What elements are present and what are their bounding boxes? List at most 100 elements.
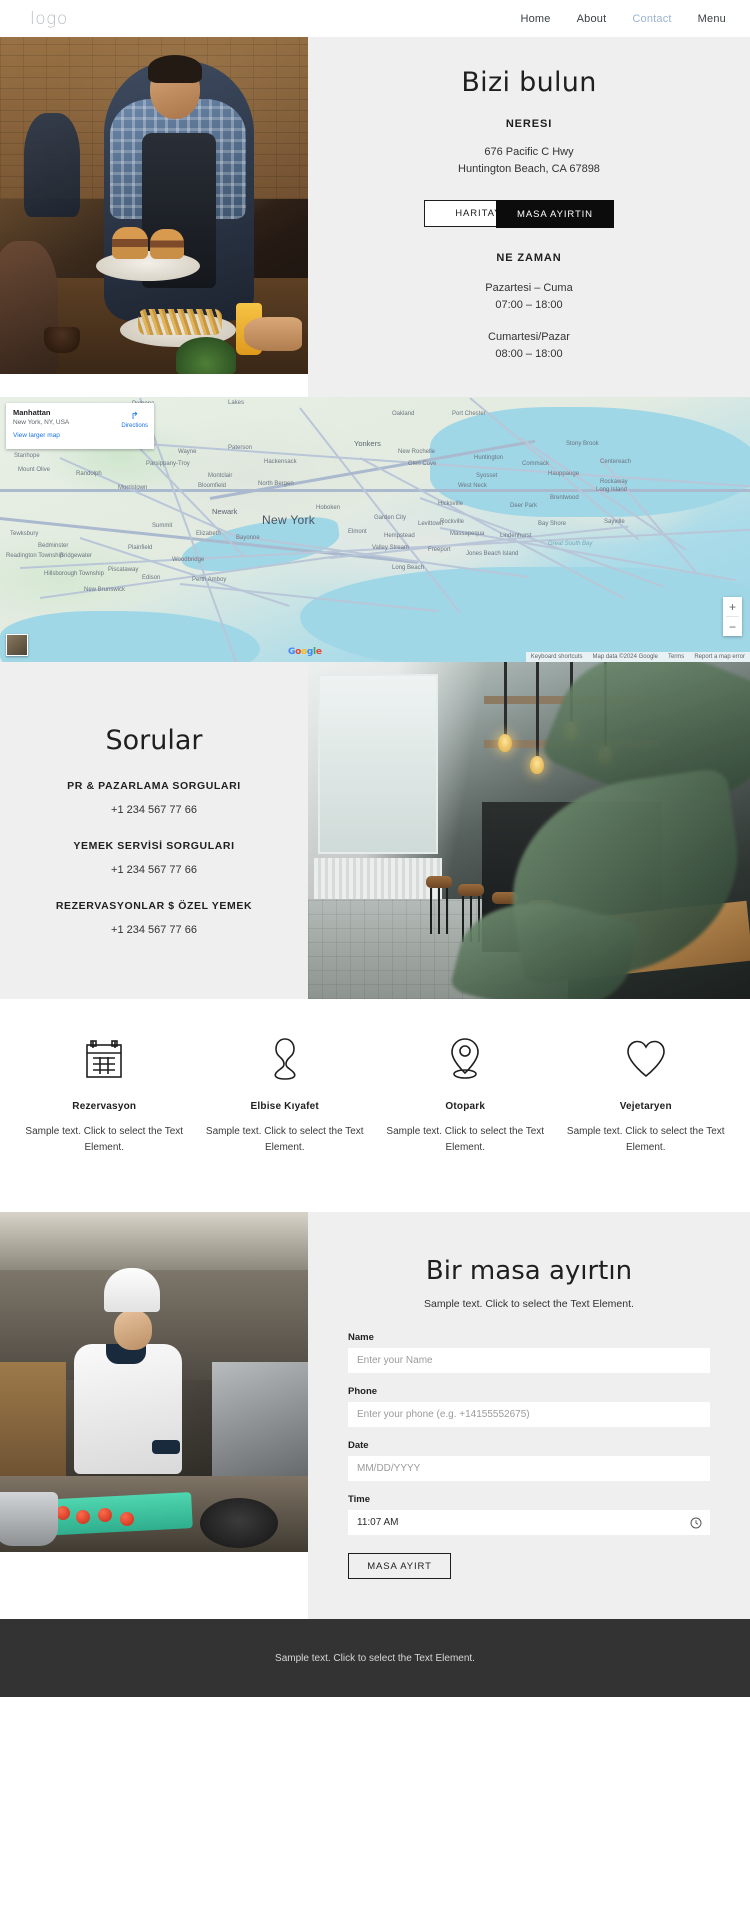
map-pin-icon bbox=[448, 1035, 482, 1083]
booking-section: Bir masa ayırtın Sample text. Click to s… bbox=[0, 1212, 750, 1619]
question-phone-reservations[interactable]: +1 234 567 77 66 bbox=[111, 924, 197, 936]
address-line-2: Huntington Beach, CA 67898 bbox=[458, 163, 600, 175]
site-header: logo Home About Contact Menu bbox=[0, 0, 750, 37]
map-label: Hicksville bbox=[438, 501, 464, 507]
fries-decor bbox=[138, 309, 222, 335]
bar-interior-photo bbox=[308, 662, 750, 999]
map-label: Great South Bay bbox=[548, 541, 593, 547]
feature-item-vegetarian: Vejetaryen Sample text. Click to select … bbox=[556, 1035, 737, 1156]
time-input[interactable] bbox=[348, 1510, 710, 1535]
date-input[interactable] bbox=[348, 1456, 710, 1481]
questions-panel: Sorular PR & PAZARLAMA SORGULARI +1 234 … bbox=[0, 662, 308, 999]
map-label: Mount Olive bbox=[18, 467, 51, 473]
weekday-hours: 07:00 – 18:00 bbox=[495, 299, 563, 311]
burger-decor bbox=[112, 227, 148, 259]
page-root: logo Home About Contact Menu Bizi bulun … bbox=[0, 0, 750, 1697]
questions-title: Sorular bbox=[105, 725, 203, 756]
feature-title: Otopark bbox=[445, 1101, 486, 1112]
map-label: Yonkers bbox=[354, 439, 381, 448]
view-larger-map-link[interactable]: View larger map bbox=[13, 432, 147, 439]
nav-item-menu[interactable]: Menu bbox=[698, 13, 726, 25]
chef-hat-decor bbox=[104, 1268, 160, 1312]
background-guest-figure bbox=[24, 113, 80, 217]
question-phone-pr[interactable]: +1 234 567 77 66 bbox=[111, 804, 197, 816]
weekend-label: Cumartesi/Pazar bbox=[488, 331, 570, 343]
map-label: Deer Park bbox=[510, 503, 538, 509]
weekday-label: Pazartesi – Cuma bbox=[485, 282, 573, 294]
pendant-bulb-decor bbox=[498, 734, 512, 752]
nav-item-contact[interactable]: Contact bbox=[632, 13, 671, 25]
map-label: Freeport bbox=[428, 547, 451, 553]
address-line-1: 676 Pacific C Hwy bbox=[484, 146, 574, 158]
main-navigation: Home About Contact Menu bbox=[520, 13, 726, 25]
booking-subtitle: Sample text. Click to select the Text El… bbox=[424, 1298, 634, 1310]
feature-title: Vejetaryen bbox=[619, 1101, 672, 1112]
map-label: Garden City bbox=[374, 515, 407, 521]
find-us-button-row: HARITAYI G MASA AYIRTIN bbox=[424, 200, 634, 228]
directions-button[interactable]: ↱ Directions bbox=[121, 411, 148, 429]
map-label: Bayonne bbox=[236, 535, 260, 541]
chef-face-decor bbox=[114, 1310, 152, 1350]
site-logo[interactable]: logo bbox=[30, 9, 68, 29]
map-label: Glen Cove bbox=[408, 461, 437, 467]
terms-link[interactable]: Terms bbox=[663, 652, 689, 662]
map-label: Readington Township bbox=[6, 553, 64, 559]
map-label: Massapequa bbox=[450, 531, 485, 537]
phone-input[interactable] bbox=[348, 1402, 710, 1427]
google-logo-letter: e bbox=[315, 647, 322, 657]
directions-arrow-icon: ↱ bbox=[130, 411, 139, 422]
map-label: Port Chester bbox=[452, 411, 486, 417]
pendant-cord-decor bbox=[536, 662, 539, 758]
chef-cuff-decor bbox=[152, 1440, 180, 1454]
question-heading-pr: PR & PAZARLAMA SORGULARI bbox=[67, 780, 241, 792]
map-label: Parsippany-Troy bbox=[146, 461, 190, 467]
keyboard-shortcuts-link[interactable]: Keyboard shortcuts bbox=[526, 652, 588, 662]
map-label: Bloomfield bbox=[198, 483, 227, 489]
burger-decor bbox=[150, 229, 184, 259]
nav-item-about[interactable]: About bbox=[577, 13, 607, 25]
nav-item-home[interactable]: Home bbox=[520, 13, 550, 25]
book-table-button[interactable]: MASA AYIRTIN bbox=[496, 200, 614, 228]
name-input[interactable] bbox=[348, 1348, 710, 1373]
map-info-card[interactable]: Manhattan New York, NY, USA View larger … bbox=[6, 403, 154, 449]
tomato-decor bbox=[120, 1512, 134, 1526]
tomato-decor bbox=[98, 1508, 112, 1522]
map-label: Paterson bbox=[228, 445, 253, 451]
zoom-in-button[interactable]: + bbox=[723, 597, 742, 616]
map-label: Hauppauge bbox=[548, 471, 580, 477]
map-label: Elmont bbox=[348, 529, 367, 535]
feature-text: Sample text. Click to select the Text El… bbox=[25, 1126, 184, 1153]
name-field-label: Name bbox=[348, 1332, 374, 1343]
report-error-link[interactable]: Report a map error bbox=[689, 652, 750, 662]
map-label: Edison bbox=[142, 575, 161, 581]
map-data-credit: Map data ©2024 Google bbox=[592, 654, 658, 660]
map-label: Tewksbury bbox=[10, 531, 39, 537]
weekend-hours: 08:00 – 18:00 bbox=[495, 348, 563, 360]
map-label: Morristown bbox=[118, 485, 148, 491]
map-label: Oakland bbox=[392, 411, 415, 417]
feature-text: Sample text. Click to select the Text El… bbox=[205, 1126, 364, 1153]
map-label: Summit bbox=[152, 523, 173, 529]
map-label: Syosset bbox=[476, 473, 498, 479]
google-map[interactable]: TownshipPomonaLakesOaklandPort ChesterYo… bbox=[0, 397, 750, 662]
seated-guest-figure bbox=[0, 241, 58, 374]
map-label: Elizabeth bbox=[196, 531, 221, 537]
feature-text: Sample text. Click to select the Text El… bbox=[386, 1126, 545, 1153]
booking-title: Bir masa ayırtın bbox=[425, 1256, 633, 1286]
map-label: Brentwood bbox=[550, 495, 579, 501]
map-label: Sayville bbox=[604, 519, 625, 525]
map-label: Long Beach bbox=[392, 565, 425, 571]
map-label: New Rochelle bbox=[398, 449, 436, 455]
calendar-icon bbox=[84, 1035, 124, 1083]
tomato-decor bbox=[76, 1510, 90, 1524]
zoom-out-button[interactable]: − bbox=[723, 617, 742, 636]
question-phone-catering[interactable]: +1 234 567 77 66 bbox=[111, 864, 197, 876]
map-label: Bridgewater bbox=[60, 553, 93, 559]
map-label: Long Island bbox=[596, 487, 628, 493]
site-footer: Sample text. Click to select the Text El… bbox=[0, 1619, 750, 1697]
street-view-thumbnail[interactable] bbox=[6, 634, 28, 656]
book-table-submit-button[interactable]: MASA AYIRT bbox=[348, 1553, 451, 1579]
map-label: Valley Stream bbox=[372, 545, 409, 551]
map-label: Centereach bbox=[600, 459, 632, 465]
map-label: Hempstead bbox=[384, 533, 415, 539]
